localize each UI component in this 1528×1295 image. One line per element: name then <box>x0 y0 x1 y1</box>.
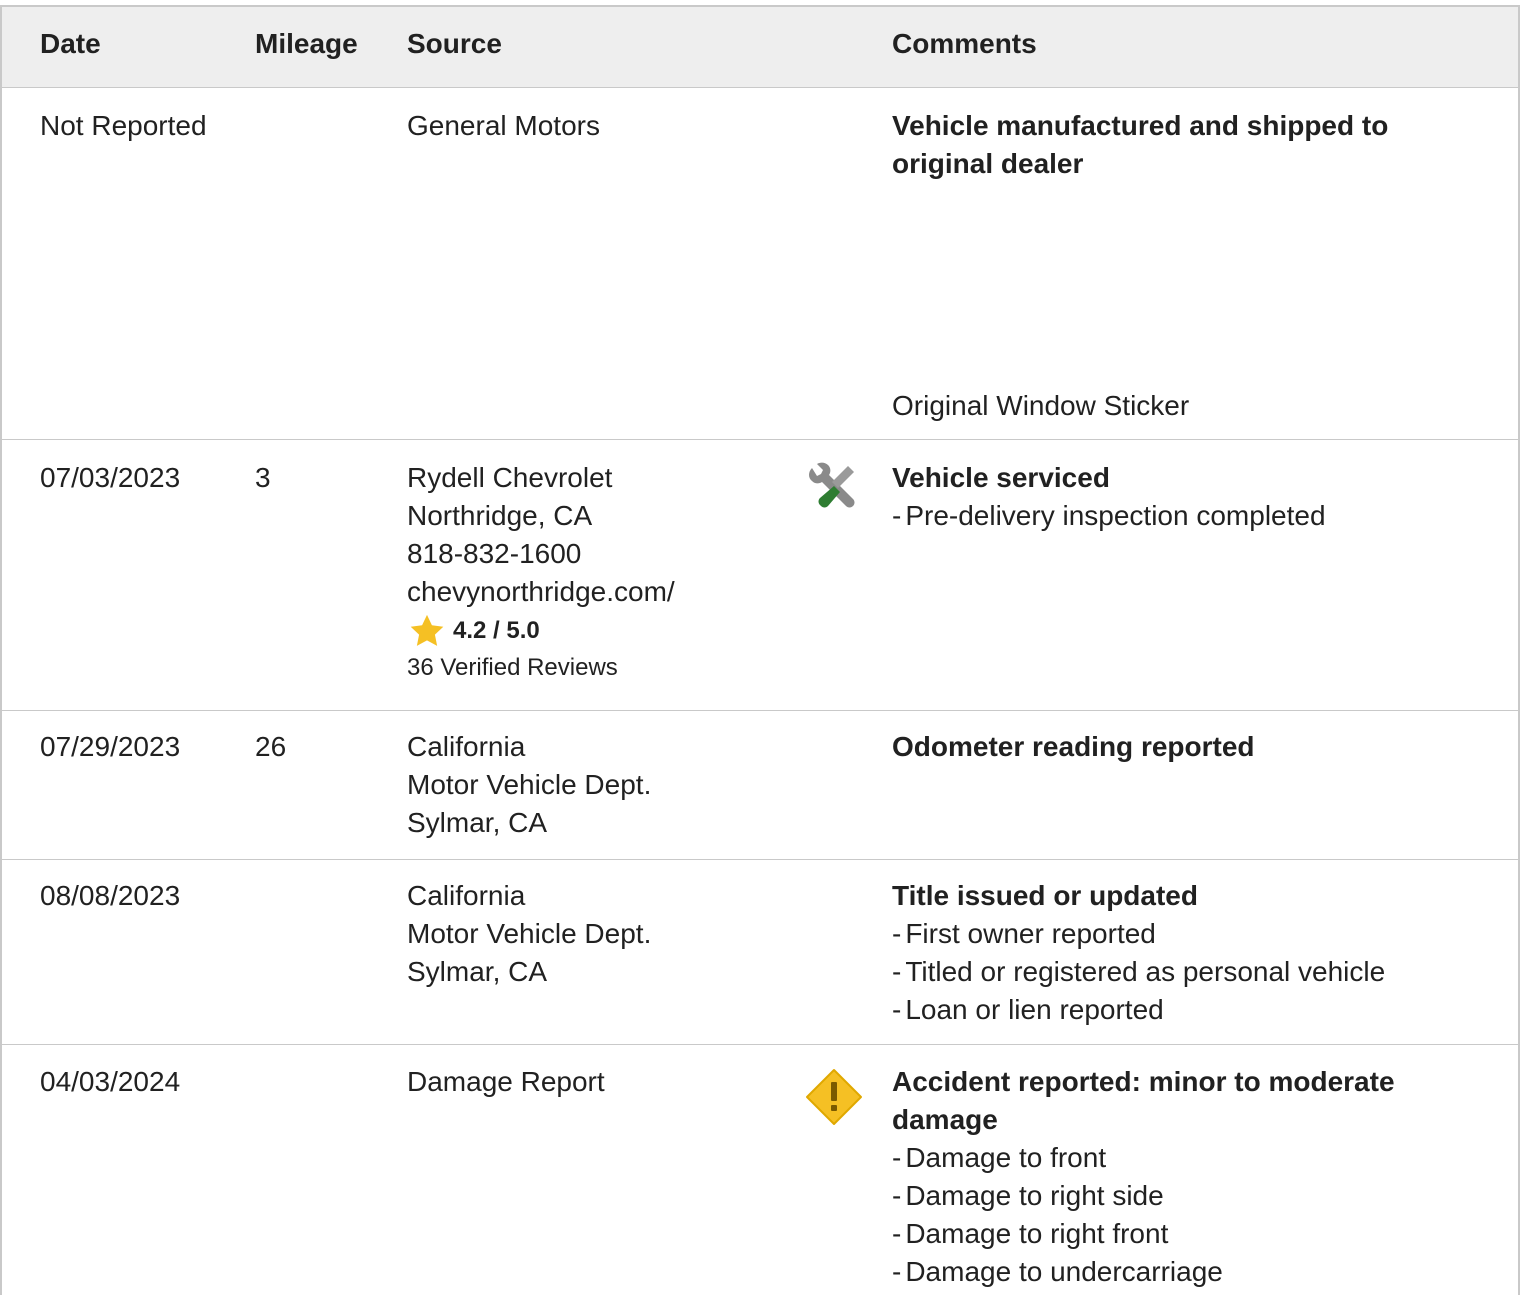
vehicle-history-table: Date Mileage Source Comments Not Reporte… <box>0 5 1520 1295</box>
source-location: Northridge, CA <box>407 500 593 531</box>
header-source: Source <box>407 28 502 59</box>
star-icon <box>410 614 444 646</box>
service-icon-cell <box>804 462 862 530</box>
header-mileage: Mileage <box>255 28 358 59</box>
comment-title: damage <box>892 1104 998 1135</box>
table-row: 08/08/2023 California Motor Vehicle Dept… <box>2 860 1518 1045</box>
header-date: Date <box>40 28 101 59</box>
warning-icon-cell <box>804 1067 864 1137</box>
comment-detail: - Damage to undercarriage <box>892 1256 1223 1287</box>
comment-title: Odometer reading reported <box>892 731 1255 762</box>
row-date: 04/03/2024 <box>40 1066 181 1097</box>
source-dealer-name: Rydell Chevrolet <box>407 462 613 493</box>
row-comments: Accident reported: minor to moderate dam… <box>892 1063 1492 1291</box>
verified-reviews-link[interactable]: 36 Verified Reviews <box>407 651 675 685</box>
comment-title: Title issued or updated <box>892 880 1198 911</box>
source-line: Sylmar, CA <box>407 956 548 987</box>
warning-diamond-icon <box>806 1069 862 1125</box>
comment-detail: - Damage to right front <box>892 1218 1169 1249</box>
table-row: 07/03/2023 3 Rydell Chevrolet Northridge… <box>2 440 1518 711</box>
comment-detail: - Damage to right side <box>892 1180 1164 1211</box>
comment-detail: - Titled or registered as personal vehicl… <box>892 956 1386 987</box>
row-source: Rydell Chevrolet Northridge, CA 818-832-… <box>407 459 675 685</box>
row-date: 07/03/2023 <box>40 462 181 493</box>
comment-title: Vehicle manufactured and shipped to <box>892 110 1389 141</box>
row-source: Damage Report <box>407 1063 605 1101</box>
rating-value: 4.2 / 5.0 <box>453 617 540 644</box>
comment-title: Vehicle serviced <box>892 462 1110 493</box>
comment-detail: - Pre-delivery inspection completed <box>892 500 1326 531</box>
wrench-screwdriver-icon <box>809 462 855 508</box>
header-comments: Comments <box>892 28 1037 59</box>
source-line: California <box>407 880 526 911</box>
row-source: California Motor Vehicle Dept. Sylmar, C… <box>407 877 651 991</box>
source-website-link[interactable]: chevynorthridge.com/ <box>407 573 675 611</box>
comment-title: original dealer <box>892 148 1084 179</box>
row-comments: Title issued or updated - First owner rep… <box>892 877 1492 1029</box>
source-line: Motor Vehicle Dept. <box>407 769 652 800</box>
comment-detail: - First owner reported <box>892 918 1156 949</box>
source-line: Damage Report <box>407 1066 605 1097</box>
table-row: 04/03/2024 Damage Report Accident report… <box>2 1045 1518 1295</box>
row-mileage: 26 <box>255 731 287 762</box>
table-row: Not Reported General Motors Vehicle manu… <box>2 88 1518 440</box>
source-line: Motor Vehicle Dept. <box>407 918 652 949</box>
dealer-rating: 4.2 / 5.0 <box>407 611 675 651</box>
row-date: Not Reported <box>40 110 207 141</box>
row-source: General Motors <box>407 107 600 145</box>
row-comments: Vehicle serviced - Pre-delivery inspectio… <box>892 459 1492 535</box>
table-row: 07/29/2023 26 California Motor Vehicle D… <box>2 711 1518 860</box>
table-header: Date Mileage Source Comments <box>2 7 1518 88</box>
source-phone: 818-832-1600 <box>407 538 582 569</box>
comment-detail: - Damage to front <box>892 1142 1107 1173</box>
comment-title: Accident reported: minor to moderate <box>892 1066 1395 1097</box>
row-mileage: 3 <box>255 462 271 493</box>
source-line: California <box>407 731 526 762</box>
window-sticker-text: Original Window Sticker <box>892 390 1190 421</box>
row-date: 07/29/2023 <box>40 731 181 762</box>
source-line: Sylmar, CA <box>407 807 548 838</box>
row-source: California Motor Vehicle Dept. Sylmar, C… <box>407 728 651 842</box>
row-comments: Odometer reading reported <box>892 728 1492 766</box>
comment-detail: - Loan or lien reported <box>892 994 1164 1025</box>
source-line: General Motors <box>407 110 600 141</box>
row-date: 08/08/2023 <box>40 880 181 911</box>
row-comments: Vehicle manufactured and shipped to orig… <box>892 107 1492 183</box>
